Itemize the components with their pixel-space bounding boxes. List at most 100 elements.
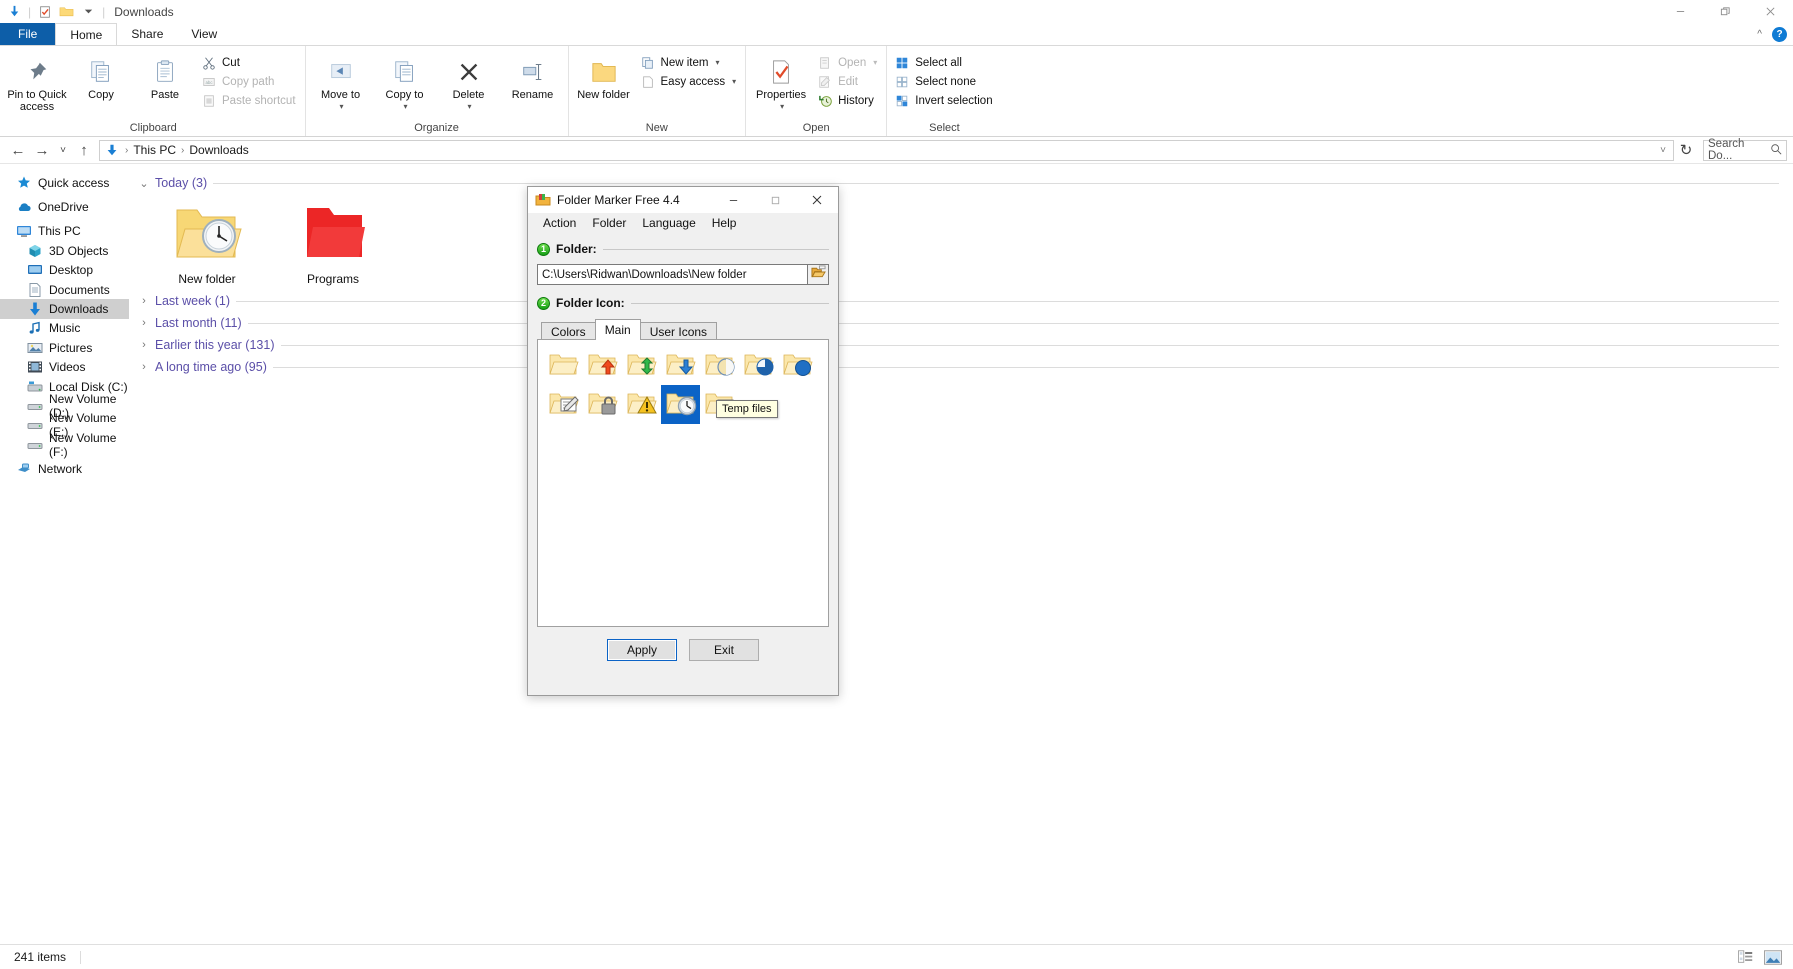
properties-icon[interactable]	[36, 3, 53, 20]
select-none-button[interactable]: Select none	[891, 72, 997, 91]
file-group-header[interactable]: ⌄ Today (3)	[137, 172, 1793, 194]
back-button[interactable]: ←	[6, 138, 30, 162]
new-folder-icon[interactable]	[58, 3, 75, 20]
maximize-restore-button[interactable]	[1703, 0, 1748, 23]
downloads-arrow-icon[interactable]	[6, 3, 23, 20]
sidebar-item-music[interactable]: Music	[0, 319, 129, 338]
up-button[interactable]: ↑	[72, 138, 96, 162]
search-input[interactable]: Search Do...	[1703, 138, 1787, 162]
chevron-down-icon[interactable]: ⌄	[139, 177, 149, 190]
chevron-right-icon[interactable]: ›	[139, 361, 149, 373]
breadcrumb-downloads[interactable]: Downloads	[189, 143, 248, 157]
icon-option-folder-half-circle[interactable]	[700, 346, 739, 385]
menu-action[interactable]: Action	[535, 213, 584, 234]
chevron-down-icon[interactable]: ▾	[780, 101, 784, 113]
chevron-right-icon[interactable]: ›	[139, 295, 149, 307]
copy-button[interactable]: Copy	[70, 51, 132, 101]
sidebar-item-downloads[interactable]: Downloads	[0, 299, 129, 319]
rename-button[interactable]: Rename	[502, 51, 564, 101]
menu-language[interactable]: Language	[634, 213, 703, 234]
file-group-header[interactable]: › Last month (11)	[137, 312, 1793, 334]
delete-button[interactable]: Delete ▾	[438, 51, 500, 113]
chevron-down-icon[interactable]	[80, 3, 97, 20]
file-group-header[interactable]: › Last week (1)	[137, 290, 1793, 312]
close-button[interactable]	[1748, 0, 1793, 23]
pin-to-quick-access-button[interactable]: Pin to Quick access	[6, 51, 68, 113]
chevron-right-icon[interactable]: ›	[139, 317, 149, 329]
sidebar-item-new-volume-f[interactable]: New Volume (F:)	[0, 431, 129, 459]
tab-share[interactable]: Share	[117, 23, 177, 45]
icon-option-folder-blue-dot[interactable]	[778, 346, 817, 385]
edit-button[interactable]: Edit	[814, 72, 882, 91]
address-breadcrumb-field[interactable]: › This PC › Downloads ˅	[99, 139, 1674, 161]
icon-option-folder-down-arrow[interactable]	[661, 346, 700, 385]
refresh-button[interactable]: ↻	[1674, 138, 1698, 162]
recent-locations-button[interactable]: ˅	[54, 138, 72, 162]
breadcrumb-this-pc[interactable]: This PC	[133, 143, 176, 157]
chevron-down-icon[interactable]: ▾	[340, 101, 344, 113]
copy-to-button[interactable]: Copy to ▾	[374, 51, 436, 113]
help-icon[interactable]: ?	[1772, 26, 1787, 42]
dialog-maximize-button[interactable]	[754, 187, 796, 213]
file-list-pane[interactable]: ⌄ Today (3) New folder Programs › Last week (…	[129, 164, 1793, 849]
copy-path-button[interactable]: abc Copy path	[198, 72, 301, 91]
chevron-down-icon[interactable]: ▾	[873, 58, 877, 67]
file-item[interactable]: Programs	[283, 200, 383, 286]
sidebar-item-onedrive[interactable]: OneDrive	[0, 197, 129, 216]
paste-button[interactable]: Paste	[134, 51, 196, 101]
new-item-button[interactable]: New item ▾	[637, 53, 742, 72]
menu-help[interactable]: Help	[704, 213, 745, 234]
icon-option-folder-lock[interactable]	[583, 385, 622, 424]
sidebar-item-documents[interactable]: Documents	[0, 280, 129, 299]
browse-folder-button[interactable]	[808, 264, 829, 285]
apply-button[interactable]: Apply	[607, 639, 677, 661]
tab-file[interactable]: File	[0, 23, 56, 45]
file-item[interactable]: New folder	[157, 200, 257, 286]
large-icons-view-button[interactable]	[1763, 948, 1783, 966]
file-group-header[interactable]: › Earlier this year (131)	[137, 334, 1793, 356]
open-button[interactable]: Open ▾	[814, 53, 882, 72]
icon-option-folder-updown-arrow[interactable]	[622, 346, 661, 385]
sidebar-item-3d-objects[interactable]: 3D Objects	[0, 241, 129, 260]
chevron-down-icon[interactable]: ▾	[404, 101, 408, 113]
sidebar-item-network[interactable]: Network	[0, 459, 129, 478]
chevron-down-icon[interactable]: ▾	[468, 101, 472, 113]
chevron-right-icon[interactable]: ›	[139, 339, 149, 351]
sidebar-item-videos[interactable]: Videos	[0, 358, 129, 377]
icon-panel[interactable]: Temp files	[537, 339, 829, 627]
icon-option-folder-document-edit[interactable]	[544, 385, 583, 424]
sidebar-item-pictures[interactable]: Pictures	[0, 338, 129, 357]
sidebar-item-desktop[interactable]: Desktop	[0, 261, 129, 280]
tab-home[interactable]: Home	[55, 23, 118, 45]
minimize-button[interactable]	[1658, 0, 1703, 23]
properties-button[interactable]: Properties ▾	[750, 51, 812, 113]
sidebar-item-this-pc[interactable]: This PC	[0, 222, 129, 241]
sidebar-item-quick-access[interactable]: Quick access	[0, 173, 129, 192]
exit-button[interactable]: Exit	[689, 639, 759, 661]
dialog-close-button[interactable]	[796, 187, 838, 213]
icon-option-folder-warning[interactable]	[622, 385, 661, 424]
icon-option-folder-clock[interactable]	[661, 385, 700, 424]
move-to-button[interactable]: Move to ▾	[310, 51, 372, 113]
details-view-button[interactable]	[1736, 948, 1756, 966]
tab-user-icons[interactable]: User Icons	[639, 322, 718, 340]
menu-folder[interactable]: Folder	[584, 213, 634, 234]
file-group-header[interactable]: › A long time ago (95)	[137, 356, 1793, 378]
collapse-ribbon-icon[interactable]: ^	[1757, 29, 1762, 40]
icon-option-folder-pie[interactable]	[739, 346, 778, 385]
icon-option-plain-folder[interactable]	[544, 346, 583, 385]
folder-path-input[interactable]: C:\Users\Ridwan\Downloads\New folder	[537, 264, 808, 285]
history-button[interactable]: History	[814, 91, 882, 110]
cut-button[interactable]: Cut	[198, 53, 301, 72]
paste-shortcut-button[interactable]: Paste shortcut	[198, 91, 301, 110]
icon-option-folder-up-arrow[interactable]	[583, 346, 622, 385]
tab-main[interactable]: Main	[594, 319, 641, 340]
tab-colors[interactable]: Colors	[541, 322, 596, 340]
chevron-down-icon[interactable]: ▾	[732, 77, 736, 86]
select-all-button[interactable]: Select all	[891, 53, 997, 72]
dialog-minimize-button[interactable]	[712, 187, 754, 213]
forward-button[interactable]: →	[30, 138, 54, 162]
easy-access-button[interactable]: Easy access ▾	[637, 72, 742, 91]
tab-view[interactable]: View	[177, 23, 231, 45]
invert-selection-button[interactable]: Invert selection	[891, 91, 997, 110]
